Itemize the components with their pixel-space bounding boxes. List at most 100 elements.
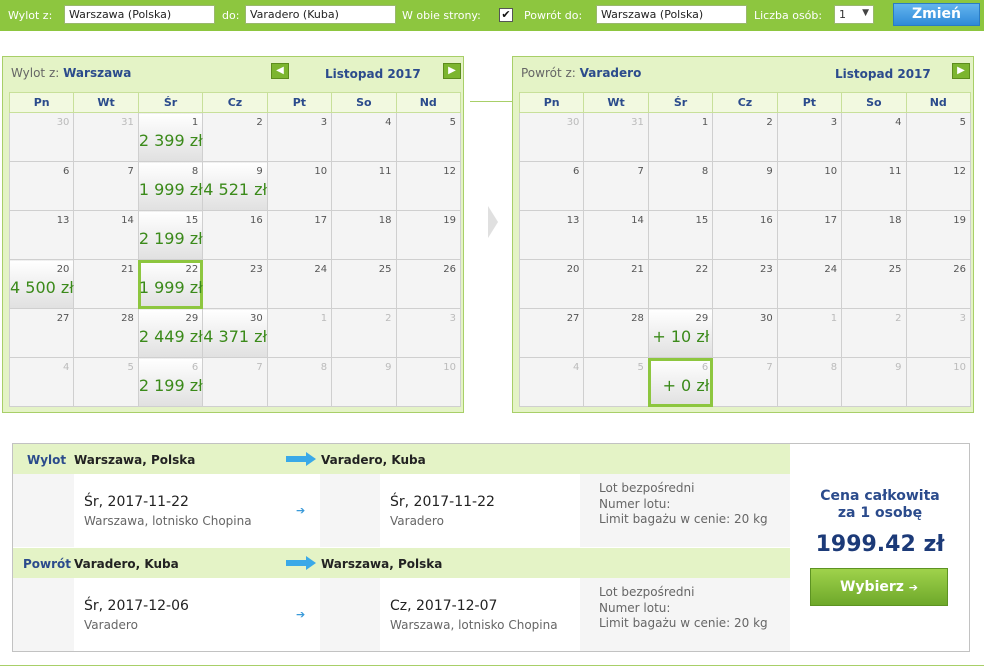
calendar-day: 10 — [905, 357, 972, 407]
total-price-label: Cena całkowita za 1 osobę — [790, 488, 970, 522]
flight-number-text: Numer lotu: — [599, 496, 671, 511]
return-header-row: Powrót Varadero, Kuba Warszawa, Polska — [13, 548, 790, 578]
calendar-day-priced[interactable]: 9 4 521 zł — [202, 161, 268, 211]
flight-summary: Wylot Warszawa, Polska Varadero, Kuba Śr… — [12, 443, 970, 652]
day-number: 13 — [56, 215, 70, 226]
weekday-header: Nd — [395, 92, 462, 113]
from-input[interactable]: Warszawa (Polska) — [64, 5, 215, 24]
select-button[interactable]: Wybierz ➔ — [810, 568, 948, 606]
flight-search-page: { "search": { "from_label": "Wylot z:", … — [0, 0, 984, 671]
calendar-day-priced[interactable]: 29 2 449 zł — [137, 308, 204, 358]
direct-flight-text: Lot bezpośredni — [599, 481, 695, 495]
persons-value: 1 — [839, 8, 846, 21]
calendar-day: 19 — [395, 210, 462, 260]
calendar-title: Wylot z: Warszawa — [11, 66, 131, 80]
day-price: 1 999 zł — [138, 180, 203, 199]
calendar-day: 9 — [331, 357, 397, 407]
day-number: 19 — [443, 215, 456, 226]
day-number: 16 — [249, 215, 263, 226]
day-number: 4 — [573, 362, 580, 373]
day-number: 9 — [256, 166, 263, 177]
outbound-from: Warszawa, Polska — [74, 453, 196, 467]
roundtrip-checkbox[interactable]: ✔ — [499, 8, 513, 22]
calendar-week-row: 13 14 15 16 17 18 19 — [518, 210, 972, 260]
day-number: 19 — [953, 215, 966, 226]
day-number: 13 — [566, 215, 580, 226]
day-number: 17 — [314, 215, 328, 226]
calendar-day-priced[interactable]: 29 + 10 zł — [647, 308, 714, 358]
return-calendar-grid: Pn Wt Śr Cz Pt So Nd 30 31 1 2 3 4 5 6 7 8 9 10 11 12 13 14 15 1… — [518, 92, 972, 407]
chevron-right-icon: ➔ — [296, 608, 306, 621]
calendar-day: 4 — [331, 112, 397, 162]
day-number: 11 — [888, 166, 902, 177]
chevron-down-icon: ▼ — [862, 8, 869, 18]
outbound-detail-row[interactable]: Śr, 2017-11-22 Warszawa, lotnisko Chopin… — [13, 474, 790, 547]
day-number: 5 — [449, 117, 456, 128]
calendar-week-row: 13 14 15 2 199 zł 16 17 18 19 — [8, 210, 462, 260]
calendar-day: 26 — [395, 259, 462, 309]
search-bar: Wylot z: Warszawa (Polska) do: Varadero … — [0, 0, 984, 31]
day-number: 18 — [888, 215, 902, 226]
day-number: 6 — [701, 362, 709, 373]
return-detail-row[interactable]: Śr, 2017-12-06 Varadero ➔ Cz, 2017-12-07… — [13, 578, 790, 651]
day-number: 28 — [631, 313, 644, 324]
calendar-month: Listopad 2017 — [835, 67, 931, 81]
calendar-day-priced[interactable]: 30 4 371 zł — [202, 308, 268, 358]
calendar-day-priced[interactable]: 22 1 999 zł — [137, 259, 204, 309]
persons-select[interactable]: 1 ▼ — [834, 5, 874, 24]
change-button[interactable]: Zmień — [893, 3, 980, 26]
calendar-city: Varadero — [579, 66, 642, 80]
calendar-week-row: 6 7 8 1 999 zł 9 4 521 zł 10 11 12 — [8, 161, 462, 211]
calendar-day: 7 — [583, 161, 649, 211]
day-number: 27 — [56, 313, 70, 324]
calendar-day: 5 — [395, 112, 462, 162]
return-dep-airport: Varadero — [84, 618, 138, 632]
return-input[interactable]: Warszawa (Polska) — [596, 5, 747, 24]
calendar-week-row: 4 5 6 + 0 zł 7 8 9 10 — [518, 357, 972, 407]
return-arr-date: Cz, 2017-12-07 — [390, 598, 498, 614]
day-number: 24 — [824, 264, 838, 275]
day-number: 20 — [566, 264, 580, 275]
return-to: Warszawa, Polska — [321, 557, 443, 571]
to-input[interactable]: Varadero (Kuba) — [245, 5, 396, 24]
calendar-day: 8 — [266, 357, 333, 407]
day-price: + 0 zł — [662, 376, 710, 395]
day-price: 2 199 zł — [138, 376, 203, 395]
calendar-day: 21 — [73, 259, 139, 309]
from-label: Wylot z: — [8, 9, 53, 22]
next-month-button[interactable]: ▶ — [952, 63, 970, 79]
calendar-day-priced[interactable]: 1 2 399 zł — [137, 112, 204, 162]
return-arrival-cell: Cz, 2017-12-07 Warszawa, lotnisko Chopin… — [380, 578, 580, 651]
day-number: 16 — [759, 215, 773, 226]
return-label: Powrót do: — [524, 9, 583, 22]
calendar-day: 25 — [331, 259, 397, 309]
calendar-day-priced[interactable]: 8 1 999 zł — [137, 161, 204, 211]
day-number: 26 — [443, 264, 456, 275]
day-number: 5 — [127, 362, 134, 373]
next-month-button[interactable]: ▶ — [443, 63, 461, 79]
prev-month-button[interactable]: ◀ — [271, 63, 289, 79]
weekday-header: So — [331, 92, 397, 113]
calendar-day-priced[interactable]: 15 2 199 zł — [137, 210, 204, 260]
day-number: 3 — [830, 117, 838, 128]
day-number: 31 — [631, 117, 644, 128]
calendar-day-priced[interactable]: 6 + 0 zł — [647, 357, 714, 407]
calendar-header: Powrót z: Varadero Listopad 2017 ▶ — [513, 57, 973, 89]
day-price: 1 999 zł — [138, 278, 203, 297]
return-flight-info: Lot bezpośredni Numer lotu: Limit bagażu… — [599, 585, 768, 632]
day-number: 29 — [185, 313, 199, 324]
day-price: 4 500 zł — [10, 278, 74, 297]
day-number: 20 — [56, 264, 70, 275]
day-price: 2 399 zł — [138, 131, 203, 150]
calendar-day: 30 — [712, 308, 778, 358]
day-number: 27 — [566, 313, 580, 324]
calendar-day-priced[interactable]: 6 2 199 zł — [137, 357, 204, 407]
calendar-week-row: 27 28 29 + 10 zł 30 1 2 3 — [518, 308, 972, 358]
calendar-day-priced[interactable]: 20 4 500 zł — [8, 259, 75, 309]
day-number: 1 — [191, 117, 199, 128]
baggage-limit-text: Limit bagażu w cenie: 20 kg — [599, 616, 768, 630]
outbound-dep-airport: Warszawa, lotnisko Chopina — [84, 514, 252, 528]
day-number: 2 — [256, 117, 263, 128]
weekday-header: Wt — [73, 92, 139, 113]
calendar-day: 31 — [73, 112, 139, 162]
